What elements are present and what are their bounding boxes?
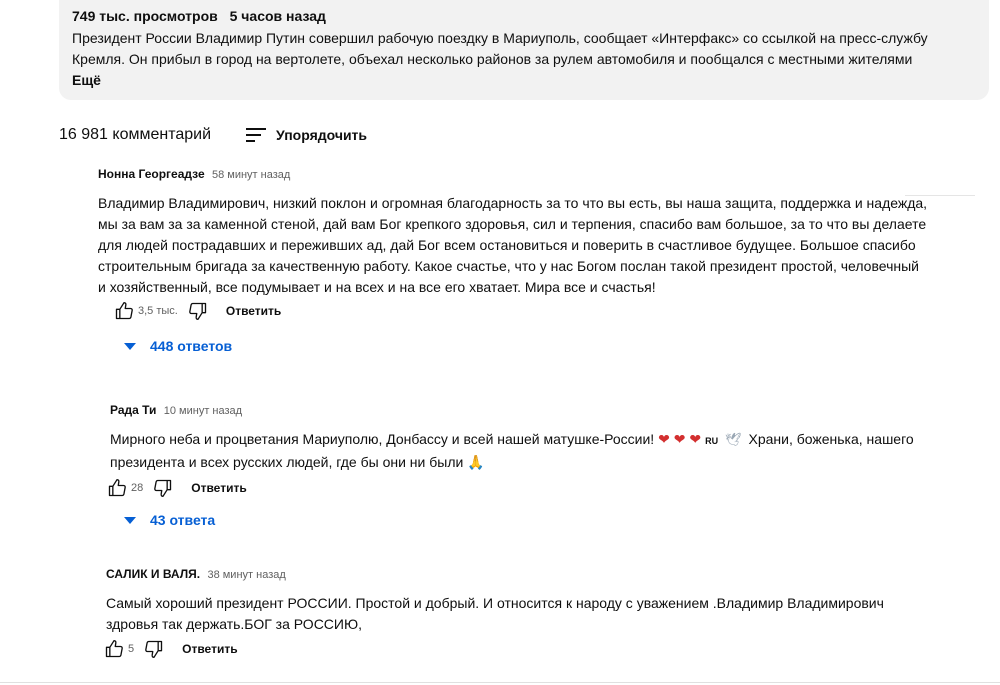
comment-author[interactable]: САЛИК И ВАЛЯ. [106, 567, 200, 581]
view-count: 749 тыс. просмотров [72, 8, 218, 24]
thumbs-up-icon[interactable] [104, 639, 124, 659]
upload-time: 5 часов назад [229, 8, 326, 24]
comment-text: Самый хороший президент РОССИИ. Простой … [106, 595, 884, 632]
view-replies-button[interactable]: 448 ответов [124, 338, 232, 354]
comment-author[interactable]: Нонна Георгеадзе [98, 167, 205, 181]
comment-time[interactable]: 38 минут назад [207, 569, 285, 581]
comment-actions: 28 Ответить [107, 476, 247, 500]
caret-down-icon [124, 516, 136, 524]
dove-icon: 🕊 [725, 432, 742, 447]
view-replies-button[interactable]: 43 ответа [124, 512, 215, 528]
comment-time[interactable]: 10 минут назад [164, 405, 242, 417]
like-count: 3,5 тыс. [138, 305, 178, 317]
thumbs-up-icon[interactable] [107, 478, 127, 498]
sort-label: Упорядочить [276, 127, 368, 143]
heart-icon: ❤ [689, 431, 702, 447]
like-count: 5 [128, 643, 135, 655]
ru-flag-icon: RU [705, 436, 719, 446]
sort-icon [246, 127, 267, 143]
thumbs-down-icon[interactable] [144, 639, 164, 659]
comments-header: 16 981 комментарий Упорядочить [59, 124, 367, 146]
praying-hands-icon: 🙏 [467, 454, 485, 470]
thumbs-down-icon[interactable] [188, 301, 208, 321]
description-meta: 749 тыс. просмотров 5 часов назад [72, 7, 976, 25]
replies-count: 43 ответа [150, 512, 216, 528]
video-description[interactable]: 749 тыс. просмотров 5 часов назад Презид… [59, 0, 989, 100]
reply-button[interactable]: Ответить [226, 304, 281, 318]
comment: САЛИК И ВАЛЯ. 38 минут назад Самый хорош… [106, 566, 926, 635]
replies-count: 448 ответов [150, 338, 233, 354]
like-count: 28 [131, 482, 144, 494]
comment-actions: 3,5 тыс. Ответить [114, 299, 281, 323]
comment-text-part: Мирного неба и процветания Мариуполю, До… [110, 431, 655, 447]
heart-icon: ❤ [658, 431, 670, 447]
comments-count: 16 981 комментарий [59, 126, 212, 143]
comment: Нонна Георгеадзе 58 минут назад Владимир… [98, 166, 928, 301]
heart-icon: ❤ [673, 431, 686, 447]
divider [0, 682, 1000, 683]
comment-text: Владимир Владимирович, низкий поклон и о… [98, 195, 928, 295]
caret-down-icon [124, 342, 136, 350]
thumbs-up-icon[interactable] [114, 301, 134, 321]
sort-button[interactable]: Упорядочить [246, 127, 367, 143]
reply-button[interactable]: Ответить [191, 481, 246, 495]
description-text: Президент России Владимир Путин совершил… [72, 30, 928, 67]
comment-author[interactable]: Рада Ти [110, 403, 156, 417]
comment-time[interactable]: 58 минут назад [212, 169, 290, 181]
comment-actions: 5 Ответить [104, 637, 238, 661]
comment-text: Мирного неба и процветания Мариуполю, До… [110, 429, 930, 473]
show-more-button[interactable]: Ещё [72, 70, 976, 90]
reply-button[interactable]: Ответить [182, 642, 237, 656]
comment: Рада Ти 10 минут назад Мирного неба и пр… [110, 402, 930, 473]
thumbs-down-icon[interactable] [153, 478, 173, 498]
